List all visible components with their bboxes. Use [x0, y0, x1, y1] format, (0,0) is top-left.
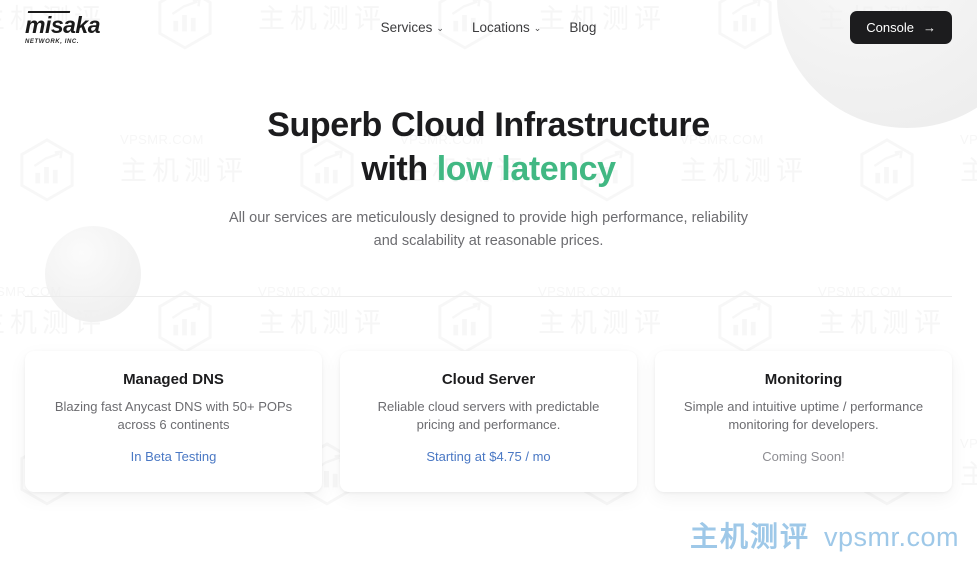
- brand-logo[interactable]: misaka NETWORK, INC.: [25, 10, 225, 45]
- watermark-hexagon-icon: [716, 290, 774, 354]
- site-header: misaka NETWORK, INC. Services ⌄ Location…: [0, 0, 977, 54]
- card-cta-link[interactable]: Starting at $4.75 / mo: [426, 449, 550, 464]
- card-description: Blazing fast Anycast DNS with 50+ POPs a…: [54, 398, 293, 433]
- hero-section: Superb Cloud Infrastructure with low lat…: [0, 54, 977, 252]
- card-cta-status: Coming Soon!: [762, 448, 845, 464]
- watermark-tile-cn: 主机测评: [818, 308, 946, 339]
- hero-subtitle: All our services are meticulously design…: [228, 210, 749, 249]
- logo-accent-bar: [27, 10, 71, 13]
- console-button[interactable]: Console →: [850, 10, 952, 44]
- primary-navigation: Services ⌄ Locations ⌄ Blog: [225, 20, 752, 35]
- service-card-cloud-server[interactable]: Cloud Server Reliable cloud servers with…: [340, 350, 637, 492]
- nav-item-blog[interactable]: Blog: [569, 20, 596, 35]
- arrow-right-icon: →: [923, 19, 936, 35]
- watermark-tile: VPSMR.COM主机测评: [818, 284, 946, 340]
- watermark-hexagon-icon: [156, 290, 214, 354]
- watermark-tile: VPSMR.COM主机测评: [258, 284, 386, 340]
- card-cta-link[interactable]: In Beta Testing: [131, 449, 217, 464]
- hero-heading-line1: Superb Cloud Infrastructure: [267, 106, 710, 144]
- chevron-down-icon: ⌄: [436, 22, 444, 33]
- hero-heading-line2-prefix: with: [361, 149, 437, 188]
- watermark-tile-cn: 主机测评: [538, 308, 666, 339]
- service-cards: Managed DNS Blazing fast Anycast DNS wit…: [0, 350, 977, 492]
- brand-tagline: NETWORK, INC.: [25, 38, 80, 45]
- console-button-label: Console: [866, 19, 914, 35]
- nav-item-blog-label: Blog: [569, 19, 597, 35]
- nav-item-services[interactable]: Services ⌄: [381, 20, 444, 35]
- service-card-monitoring[interactable]: Monitoring Simple and intuitive uptime /…: [655, 350, 952, 492]
- watermark-tile-cn: 主机测评: [258, 308, 386, 339]
- brand-name: misaka: [25, 11, 101, 38]
- watermark-tile: VPSMR.COM主机测评: [0, 284, 106, 340]
- section-divider: [25, 295, 952, 297]
- header-actions: Console →: [752, 10, 952, 44]
- watermark-hexagon-icon: [436, 290, 494, 354]
- card-title: Cloud Server: [441, 370, 536, 388]
- site-watermark-cn: 主机测评: [689, 520, 810, 553]
- nav-item-locations-label: Locations: [471, 19, 530, 35]
- service-card-managed-dns[interactable]: Managed DNS Blazing fast Anycast DNS wit…: [25, 350, 322, 492]
- watermark-tile-cn: 主机测评: [0, 308, 106, 339]
- card-description: Simple and intuitive uptime / performanc…: [683, 398, 924, 433]
- nav-item-services-label: Services: [380, 19, 433, 35]
- nav-item-locations[interactable]: Locations ⌄: [472, 20, 541, 35]
- site-watermark-en: vpsmr.com: [823, 522, 959, 552]
- site-watermark: 主机测评 vpsmr.com: [690, 515, 959, 555]
- chevron-down-icon: ⌄: [533, 22, 542, 33]
- card-description: Reliable cloud servers with predictable …: [377, 398, 600, 433]
- brand-logo-mark: misaka: [25, 10, 109, 37]
- hero-heading-accent: low latency: [436, 149, 616, 188]
- watermark-tile: VPSMR.COM主机测评: [538, 284, 666, 340]
- page-title: Superb Cloud Infrastructure with low lat…: [0, 104, 977, 191]
- card-title: Managed DNS: [123, 370, 224, 388]
- card-title: Monitoring: [764, 370, 843, 388]
